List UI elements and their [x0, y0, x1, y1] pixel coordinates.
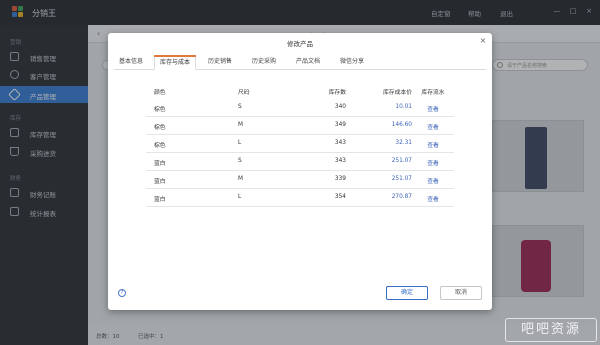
close-icon[interactable]: ×	[478, 36, 488, 46]
inventory-table: 颜色 尺码 库存数 库存成本价 库存流水 棕色 S 340 10.01 查看 棕…	[146, 83, 454, 207]
column-header-size: 尺码	[238, 90, 250, 96]
view-flow-link[interactable]: 查看	[418, 194, 448, 203]
cell-qty: 339	[334, 176, 346, 182]
view-flow-link[interactable]: 查看	[418, 176, 448, 185]
cell-color: 棕色	[154, 107, 166, 113]
cell-color: 蓝白	[154, 161, 166, 167]
cell-size: S	[238, 104, 242, 110]
table-row: 蓝白 S 343 251.07 查看	[146, 153, 454, 171]
tab-product-docs[interactable]: 产品文档	[291, 55, 325, 70]
watermark: 吧吧资源	[505, 318, 597, 342]
edit-product-dialog: 修改产品 × 基本信息 库存与成本 历史销售 历史采购 产品文档 微信分享 颜色…	[108, 33, 492, 310]
cell-color: 蓝白	[154, 197, 166, 203]
help-icon[interactable]: ?	[118, 289, 126, 297]
tab-inventory-cost[interactable]: 库存与成本	[154, 55, 197, 70]
cell-cost[interactable]: 251.07	[366, 158, 412, 164]
dialog-title: 修改产品	[287, 40, 313, 48]
cell-qty: 343	[334, 140, 346, 146]
column-header-flow: 库存流水	[421, 90, 445, 96]
cancel-button[interactable]: 取消	[440, 286, 482, 300]
view-flow-link[interactable]: 查看	[418, 158, 448, 167]
cell-size: M	[238, 122, 244, 128]
cell-color: 蓝白	[154, 179, 166, 185]
cell-color: 棕色	[154, 125, 166, 131]
table-row: 棕色 L 343 32.31 查看	[146, 135, 454, 153]
cell-size: M	[238, 176, 244, 182]
column-header-cost: 库存成本价	[383, 90, 412, 96]
cell-size: L	[238, 140, 242, 146]
view-flow-link[interactable]: 查看	[418, 122, 448, 131]
cell-size: L	[238, 194, 242, 200]
cell-qty: 349	[334, 122, 346, 128]
tab-basic-info[interactable]: 基本信息	[114, 55, 148, 70]
tab-bar: 基本信息 库存与成本 历史销售 历史采购 产品文档 微信分享	[114, 55, 486, 70]
cell-cost[interactable]: 146.60	[366, 122, 412, 128]
cell-cost[interactable]: 32.31	[366, 140, 412, 146]
cell-cost[interactable]: 270.87	[366, 194, 412, 200]
cell-size: S	[238, 158, 242, 164]
cell-qty: 340	[334, 104, 346, 110]
tab-wechat-share[interactable]: 微信分享	[335, 55, 369, 70]
cell-cost[interactable]: 251.07	[366, 176, 412, 182]
cell-qty: 343	[334, 158, 346, 164]
column-header-qty: 库存数	[328, 90, 346, 96]
tab-sales-history[interactable]: 历史销售	[203, 55, 237, 70]
confirm-button[interactable]: 确定	[386, 286, 428, 300]
view-flow-link[interactable]: 查看	[418, 104, 448, 113]
table-row: 蓝白 M 339 251.07 查看	[146, 171, 454, 189]
tab-purchase-history[interactable]: 历史采购	[247, 55, 281, 70]
cell-cost[interactable]: 10.01	[366, 104, 412, 110]
cell-qty: 354	[334, 194, 346, 200]
cell-color: 棕色	[154, 143, 166, 149]
column-header-color: 颜色	[154, 90, 166, 96]
table-row: 棕色 M 349 146.60 查看	[146, 117, 454, 135]
table-row: 蓝白 L 354 270.87 查看	[146, 189, 454, 207]
view-flow-link[interactable]: 查看	[418, 140, 448, 149]
table-header: 颜色 尺码 库存数 库存成本价 库存流水	[146, 83, 454, 99]
table-row: 棕色 S 340 10.01 查看	[146, 99, 454, 117]
